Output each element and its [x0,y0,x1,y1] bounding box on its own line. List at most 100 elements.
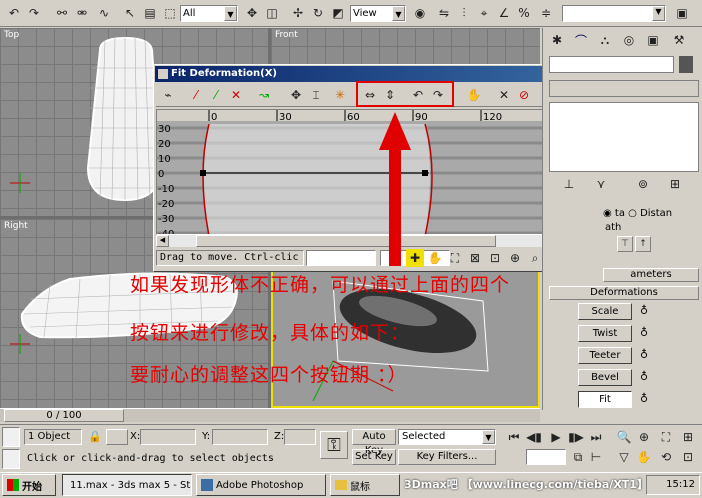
fit-deformation-button[interactable]: Fit [578,391,632,408]
hand-pan-icon[interactable]: ✋ [426,249,444,267]
arc-rotate-icon[interactable]: ⟲ [656,447,676,467]
teeter-deformation-button[interactable]: Teeter [578,347,632,364]
x-coordinate-field[interactable] [140,429,196,445]
spinner-snap-icon[interactable]: ≑ [536,3,556,23]
previous-frame-icon[interactable]: ◀▮ [524,427,544,447]
select-move-icon[interactable]: ✥ [242,3,262,23]
object-color-swatch[interactable] [679,56,693,73]
key-mode-toggle-icon[interactable]: ⊢ [586,447,606,467]
z-coordinate-field[interactable] [284,429,316,445]
hierarchy-tab-icon[interactable]: ⛬ [595,30,615,50]
snap-icon[interactable]: ⌖ [474,3,494,23]
bind-space-warp-icon[interactable]: ∿ [94,3,114,23]
display-y-axis-icon[interactable]: ⁄ [206,85,226,105]
control-point[interactable] [422,170,428,176]
auto-key-button[interactable]: Auto Key [352,429,396,456]
set-key-button[interactable]: Set Key [352,449,396,465]
path-step-down-button[interactable]: ↑ [635,236,651,252]
next-frame-icon[interactable]: ▮▶ [566,427,586,447]
radio-percent[interactable]: ◉ [603,208,615,219]
bevel-deformation-button[interactable]: Bevel [578,369,632,386]
start-button[interactable]: 开始 [2,474,56,496]
rollout-skin-parameters[interactable]: ameters [603,268,699,282]
create-tab-icon[interactable]: ✱ [547,30,567,50]
dialog-titlebar[interactable]: Fit Deformation(X) _ □ × [155,66,606,82]
zoom-icon[interactable]: ⊕ [506,249,524,267]
field-of-view-icon[interactable]: ▽ [614,447,634,467]
lightbulb-icon[interactable]: ♁ [640,304,648,317]
lightbulb-icon[interactable]: ♁ [640,392,648,405]
min-max-toggle-icon[interactable]: ⊡ [678,447,698,467]
display-tab-icon[interactable]: ▣ [643,30,663,50]
pivot-icon[interactable]: ◉ [410,3,430,23]
go-to-start-icon[interactable]: ⏮ [504,427,524,447]
display-x-axis-icon[interactable]: ⁄ [186,85,206,105]
utilities-tab-icon[interactable]: ⚒ [669,30,689,50]
material-editor-icon[interactable]: ▣ [672,3,692,23]
play-icon[interactable]: ▶ [546,427,566,447]
select-object-icon[interactable]: ↖ [120,3,140,23]
time-slider-thumb[interactable]: 0 / 100 [4,409,124,422]
show-end-result-icon[interactable]: ⋎ [591,174,611,194]
modifier-list-dropdown[interactable] [549,80,699,97]
unlink-icon[interactable]: ⚮ [72,3,92,23]
rollout-deformations[interactable]: Deformations [549,286,699,300]
taskbar-item-photoshop[interactable]: Adobe Photoshop [196,474,326,496]
select-by-name-icon[interactable]: ▤ [140,3,160,23]
remove-modifier-icon[interactable]: ⊚ [633,174,653,194]
key-filters-button[interactable]: Key Filters... [398,449,496,465]
zoom-extents-viewport-icon[interactable]: ⛶ [656,427,676,447]
zoom-extents-all-viewport-icon[interactable]: ⊞ [678,427,698,447]
angle-snap-icon[interactable]: ∠ [494,3,514,23]
delete-control-point-icon[interactable]: ✕ [494,85,514,105]
undo-icon[interactable]: ↶ [4,3,24,23]
current-frame-field[interactable] [526,449,566,465]
scroll-left-button[interactable]: ◀ [156,235,169,247]
percent-snap-icon[interactable]: % [514,3,534,23]
lightbulb-icon[interactable]: ♁ [640,348,648,361]
object-name-field[interactable] [549,56,674,73]
named-selection-input[interactable]: ▼ [562,5,666,22]
y-coordinate-field[interactable] [212,429,268,445]
time-slider-track[interactable]: 0 / 100 [0,408,540,422]
modify-tab-icon[interactable]: ⌒ [571,30,591,50]
lightbulb-icon[interactable]: ♁ [640,326,648,339]
move-control-point-icon[interactable]: ✥ [286,85,306,105]
key-mode-dropdown[interactable]: Selected ▼ [398,429,496,445]
time-config-icon[interactable]: ⧉ [568,447,588,467]
mirror-icon[interactable]: ⇋ [434,3,454,23]
display-xy-axes-icon[interactable]: ✕ [226,85,246,105]
twist-deformation-button[interactable]: Twist [578,325,632,342]
radio-distance[interactable]: ○ [628,208,640,219]
pin-stack-icon[interactable]: ⊥ [559,174,579,194]
move-icon[interactable]: ✢ [288,3,308,23]
taskbar-item-folder[interactable]: 鼠标 [330,474,400,496]
path-step-up-button[interactable]: ⊤ [617,236,633,252]
modifier-stack[interactable] [549,102,699,172]
maxscript-listener-lower[interactable] [2,449,20,469]
zoom-viewport-icon[interactable]: 🔍 [614,427,634,447]
window-crossing-icon[interactable]: ◫ [262,3,282,23]
swap-curves-icon[interactable]: ↝ [254,85,274,105]
viewport-label-front[interactable]: Front [275,30,298,40]
zoom-extents-icon[interactable]: ⛶ [446,249,464,267]
scale-icon[interactable]: ◩ [328,3,348,23]
delete-shape-icon[interactable]: ✋ [464,85,484,105]
align-icon[interactable]: ⫶ [454,3,474,23]
lock-icon[interactable]: 🔒 [88,430,102,443]
reference-coord-dropdown[interactable]: View ▼ [350,5,406,22]
lightbulb-icon[interactable]: ♁ [640,370,648,383]
link-icon[interactable]: ⚯ [52,3,72,23]
zoom-horizontal-icon[interactable]: ⊠ [466,249,484,267]
redo-icon[interactable]: ↷ [24,3,44,23]
zoom-vertical-icon[interactable]: ⊡ [486,249,504,267]
absolute-mode-toggle[interactable] [106,429,128,445]
selection-filter-dropdown[interactable]: All ▼ [180,5,238,22]
point-x-field[interactable] [306,250,376,266]
rotate-icon[interactable]: ↻ [308,3,328,23]
go-to-end-icon[interactable]: ⏭ [586,427,606,447]
control-point[interactable] [200,170,206,176]
key-icon[interactable]: ⚿ [320,431,348,459]
pan-view-icon[interactable]: ✋ [634,447,654,467]
motion-tab-icon[interactable]: ◎ [619,30,639,50]
